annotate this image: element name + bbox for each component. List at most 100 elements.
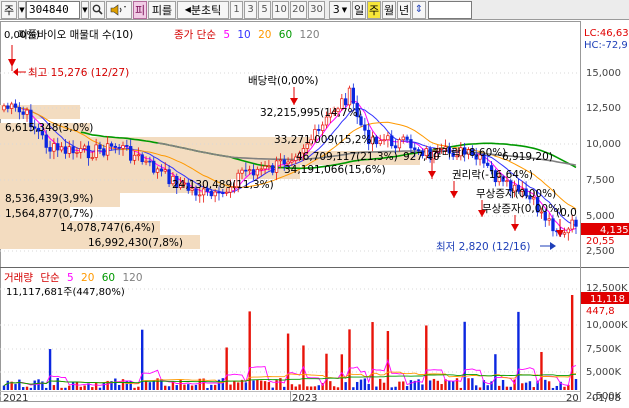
volume-bar: [64, 387, 67, 390]
stock-chart[interactable]: 0,00%) 피플바이오 매물대 수(10) 종가 단순 5 10 20 60 …: [0, 21, 629, 408]
week-button[interactable]: 주: [367, 0, 381, 19]
volume-bar: [570, 295, 574, 390]
dropdown-arrow-icon: ▼: [341, 5, 348, 14]
settings-button[interactable]: ⇕: [412, 0, 426, 19]
period-3-button[interactable]: 3: [244, 0, 257, 19]
candle-body: [148, 160, 152, 163]
volume-bar: [432, 378, 436, 390]
volume-bar: [348, 329, 351, 390]
period-30-button[interactable]: 30: [308, 0, 325, 19]
profile-label: 32,215,995(14,7%): [260, 107, 362, 119]
volume-bar: [336, 387, 340, 390]
period-1-button[interactable]: 1: [230, 0, 243, 19]
ma10-legend: 10: [237, 29, 250, 41]
volume-bar: [440, 384, 443, 390]
tick-select[interactable]: ◀ 분초틱: [177, 0, 229, 19]
volume-bar: [448, 380, 451, 390]
day-button[interactable]: 일: [352, 0, 366, 19]
volume-bar: [428, 380, 432, 390]
price-legend-name: 피플바이오 매물대 수(10): [18, 29, 133, 41]
stock-code-input[interactable]: 304840: [26, 0, 80, 19]
candle-body: [221, 192, 225, 195]
volume-bar: [187, 384, 190, 390]
candle-body: [152, 160, 156, 173]
ma60-legend: 60: [279, 29, 292, 41]
market-select[interactable]: 주: [1, 0, 17, 19]
candle-body: [344, 98, 348, 106]
candle-body: [17, 107, 22, 113]
volume-legend-name: 거래량: [4, 272, 33, 284]
extra-input[interactable]: [428, 0, 472, 19]
svg-text:권리락(-16,64%): 권리락(-16,64%): [452, 169, 533, 181]
volume-bar: [60, 387, 63, 390]
svg-text:5,000: 5,000: [586, 211, 615, 222]
candle-body: [209, 191, 213, 197]
candle-body: [409, 139, 413, 149]
period-10-button[interactable]: 10: [272, 0, 289, 19]
sound-button[interactable]: [106, 0, 132, 19]
volume-bar: [471, 378, 474, 390]
volume-bar: [409, 380, 413, 390]
profile-label: 6,615,348(3,0%): [5, 122, 93, 134]
volume-bar: [547, 381, 551, 390]
volume-bar: [52, 385, 56, 390]
ma5-legend: 5: [223, 29, 230, 41]
volume-bar: [210, 384, 213, 390]
candle-body: [240, 169, 244, 174]
candle-body: [386, 135, 390, 141]
volume-bar: [114, 378, 117, 390]
volume-bar: [56, 378, 59, 390]
month-button[interactable]: 월: [382, 0, 396, 19]
candle-body: [117, 147, 121, 149]
volume-bar: [183, 384, 186, 390]
candle-body: [263, 165, 267, 170]
dropdown-arrow-icon[interactable]: ▼: [18, 0, 26, 19]
volume-bar: [283, 386, 286, 390]
volume-bar: [256, 379, 259, 390]
ma120-legend: 120: [300, 29, 320, 41]
volume-bar: [221, 378, 225, 390]
current-volume-ratio: 447,8: [586, 306, 615, 317]
candle-body: [363, 124, 367, 131]
volume-bar: [379, 378, 382, 390]
low-label: 최저 2,820 (12/16): [436, 241, 531, 253]
up-down-arrow-icon: ⇕: [414, 4, 424, 15]
period-5-button[interactable]: 5: [258, 0, 271, 19]
candle-body: [144, 160, 148, 163]
adjust-button[interactable]: 피를: [148, 0, 176, 19]
volume-bar: [137, 386, 140, 390]
dropdown-arrow-icon[interactable]: ▼: [81, 0, 89, 19]
year-button[interactable]: 년: [397, 0, 411, 19]
volume-bar: [18, 379, 21, 390]
candle-body: [574, 219, 578, 227]
volume-bar: [102, 382, 106, 390]
candle-body: [290, 160, 294, 163]
candle-body: [136, 154, 141, 157]
candle-body: [317, 128, 321, 131]
candle-body: [140, 154, 144, 163]
profile-label: 8,536,439(3,9%): [5, 193, 93, 205]
candle-body: [213, 191, 217, 197]
profile-label: 1,564,877(0,7%): [5, 208, 93, 220]
search-button[interactable]: [90, 0, 105, 19]
volume-bar: [375, 386, 378, 390]
candle-body: [63, 146, 68, 154]
volume-bar: [79, 386, 82, 390]
volume-bar: [498, 385, 501, 390]
candle-body: [52, 143, 56, 152]
volume-bar: [463, 321, 466, 390]
price-type-button[interactable]: 피: [133, 0, 147, 19]
period-20-button[interactable]: 20: [290, 0, 307, 19]
current-price: 4,135: [600, 225, 629, 236]
candle-body: [225, 191, 229, 194]
count-select[interactable]: 3 ▼: [329, 0, 351, 19]
volume-bar: [494, 354, 497, 390]
svg-text:10,000K: 10,000K: [586, 320, 628, 331]
volume-bar: [244, 382, 248, 390]
candle-body: [79, 148, 83, 153]
volume-bar: [402, 381, 405, 390]
candle-body: [198, 194, 202, 197]
candle-body: [217, 191, 221, 194]
candle-body: [121, 145, 125, 149]
candle-body: [6, 105, 10, 109]
